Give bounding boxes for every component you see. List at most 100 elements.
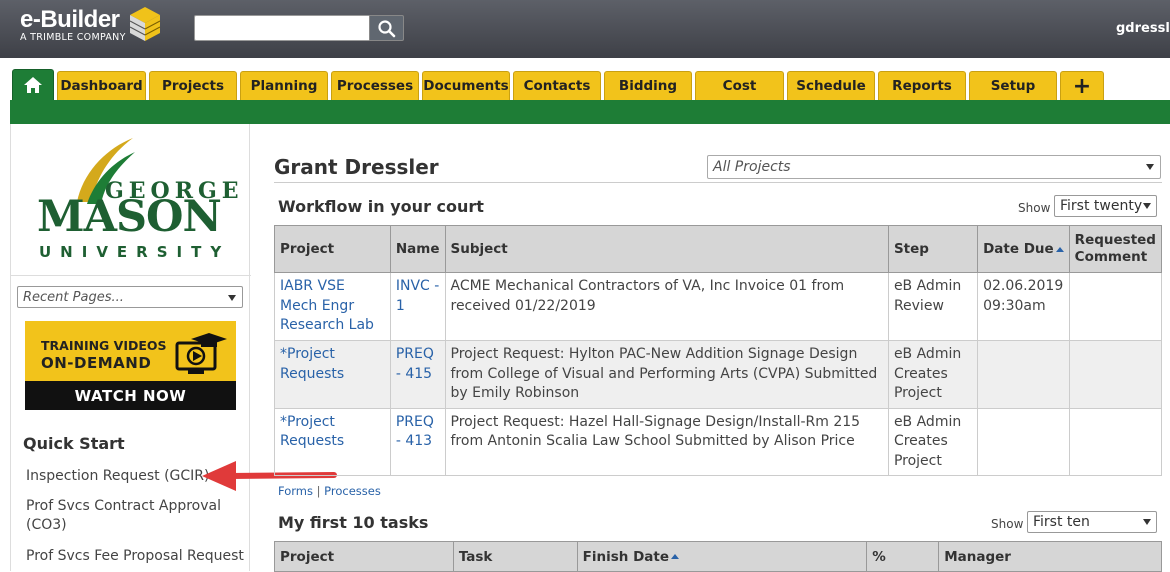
link-separator: |	[316, 484, 321, 498]
org-line2: MASON	[37, 192, 222, 242]
col-project[interactable]: Project	[274, 541, 454, 572]
table-header-row: Project Task Finish Date % Manager	[274, 541, 1162, 572]
table-row: *Project Requests PREQ - 413 Project Req…	[274, 407, 1163, 476]
tab-documents[interactable]: Documents	[422, 71, 510, 100]
video-graduation-icon	[175, 333, 227, 374]
comment-cell	[1068, 407, 1163, 476]
chevron-down-icon	[1143, 519, 1151, 525]
tasks-show-select[interactable]: First ten	[1027, 511, 1157, 533]
home-icon	[24, 77, 42, 93]
search-button[interactable]	[369, 15, 404, 41]
tab-planning[interactable]: Planning	[240, 71, 328, 100]
page-title: Grant Dressler	[274, 155, 439, 179]
ebuilder-cube-icon	[129, 7, 161, 41]
quick-start-item[interactable]: Prof Svcs Contract Approval (CO3)	[26, 497, 236, 535]
col-manager[interactable]: Manager	[938, 541, 1162, 572]
org-line3: UNIVERSITY	[39, 243, 231, 261]
forms-link[interactable]: Forms	[278, 484, 313, 498]
tab-projects[interactable]: Projects	[149, 71, 237, 100]
tab-processes[interactable]: Processes	[331, 71, 419, 100]
project-link[interactable]: *Project Requests	[280, 414, 344, 450]
brand-tagline: A TRIMBLE COMPANY	[20, 32, 126, 43]
table-header-row: Project Name Subject Step Date Due Reque…	[274, 225, 1163, 273]
col-requested-comment[interactable]: Requested Comment	[1068, 225, 1163, 273]
workflow-links: Forms | Processes	[278, 484, 381, 498]
recent-pages-label: Recent Pages...	[23, 290, 124, 305]
date-due-cell	[977, 407, 1070, 476]
sidebar: GEORGE MASON UNIVERSITY Recent Pages... …	[10, 124, 251, 571]
subject-cell: Project Request: Hazel Hall-Signage Desi…	[444, 407, 889, 476]
item-link[interactable]: PREQ - 413	[396, 414, 434, 450]
tab-schedule[interactable]: Schedule	[787, 71, 875, 100]
tab-cost[interactable]: Cost	[695, 71, 784, 100]
comment-cell	[1068, 340, 1163, 409]
table-row: IABR VSE Mech Engr Research Lab INVC - 1…	[274, 272, 1163, 341]
sort-asc-icon	[1055, 246, 1064, 252]
chevron-down-icon	[1146, 164, 1154, 170]
tab-dashboard[interactable]: Dashboard	[57, 71, 146, 100]
quick-start-item[interactable]: Prof Svcs Fee Proposal Request	[26, 547, 244, 566]
chevron-down-icon	[1143, 203, 1151, 209]
col-subject[interactable]: Subject	[444, 225, 889, 273]
tab-bidding[interactable]: Bidding	[604, 71, 692, 100]
item-link[interactable]: INVC - 1	[396, 278, 439, 314]
tasks-table: Project Task Finish Date % Manager	[274, 541, 1162, 572]
tab-reports[interactable]: Reports	[878, 71, 966, 100]
promo-line1: TRAINING VIDEOS	[41, 338, 167, 353]
subject-cell: ACME Mechanical Contractors of VA, Inc I…	[444, 272, 889, 341]
col-finish-date-label: Finish Date	[582, 548, 670, 565]
tasks-title: My first 10 tasks	[278, 513, 429, 532]
step-cell: eB Admin Creates Project	[887, 407, 979, 476]
top-bar: e-Builder A TRIMBLE COMPANY gdressl@	[0, 0, 1170, 58]
project-filter-value: All Projects	[713, 159, 791, 175]
divider	[274, 182, 1162, 183]
nav-underline	[10, 100, 1170, 124]
date-due-cell	[977, 340, 1070, 409]
sort-asc-icon	[671, 554, 680, 559]
col-project[interactable]: Project	[274, 225, 391, 273]
project-link[interactable]: *Project Requests	[280, 346, 344, 382]
workflow-show-select[interactable]: First twenty	[1054, 195, 1157, 217]
step-cell: eB Admin Creates Project	[887, 340, 979, 409]
workflow-table: Project Name Subject Step Date Due Reque…	[274, 225, 1163, 476]
workflow-show-label: Show	[1018, 201, 1051, 215]
col-task[interactable]: Task	[452, 541, 578, 572]
brand-name: e-Builder	[20, 6, 120, 33]
step-cell: eB Admin Review	[887, 272, 979, 341]
training-videos-banner[interactable]: TRAINING VIDEOS ON-DEMAND WATCH NOW	[25, 321, 236, 410]
table-row: *Project Requests PREQ - 415 Project Req…	[274, 340, 1163, 409]
subject-cell: Project Request: Hylton PAC-New Addition…	[444, 340, 889, 409]
user-menu[interactable]: gdressl@	[1116, 21, 1170, 36]
workflow-show-value: First twenty	[1060, 198, 1143, 214]
processes-link[interactable]: Processes	[324, 484, 381, 498]
tab-add[interactable]: +	[1060, 71, 1104, 100]
col-name[interactable]: Name	[389, 225, 446, 273]
col-step[interactable]: Step	[887, 225, 979, 273]
tab-home[interactable]	[12, 69, 54, 100]
date-due-cell: 02.06.2019 09:30am	[977, 272, 1070, 341]
promo-line2: ON-DEMAND	[41, 354, 152, 372]
ebuilder-logo[interactable]: e-Builder A TRIMBLE COMPANY	[20, 6, 126, 43]
col-finish-date[interactable]: Finish Date	[576, 541, 868, 572]
search-input[interactable]	[194, 15, 370, 41]
main-nav: Dashboard Projects Planning Processes Do…	[0, 58, 1170, 100]
col-percent[interactable]: %	[866, 541, 940, 572]
recent-pages-select[interactable]: Recent Pages...	[17, 286, 243, 308]
chevron-down-icon	[228, 295, 236, 301]
comment-cell	[1068, 272, 1163, 341]
col-date-due[interactable]: Date Due	[977, 225, 1070, 273]
item-link[interactable]: PREQ - 415	[396, 346, 434, 382]
quick-start-item[interactable]: Inspection Request (GCIR)	[26, 467, 209, 486]
tasks-show-value: First ten	[1033, 514, 1090, 530]
watch-now-button[interactable]: WATCH NOW	[25, 381, 236, 410]
quick-start-title: Quick Start	[23, 434, 125, 453]
search-icon	[378, 20, 396, 38]
workflow-title: Workflow in your court	[278, 197, 484, 216]
project-filter-select[interactable]: All Projects	[707, 155, 1161, 179]
org-logo: GEORGE MASON UNIVERSITY	[11, 124, 251, 276]
project-link[interactable]: IABR VSE Mech Engr Research Lab	[280, 278, 374, 333]
tab-contacts[interactable]: Contacts	[513, 71, 601, 100]
tasks-show-label: Show	[991, 517, 1024, 531]
tab-setup[interactable]: Setup	[969, 71, 1057, 100]
col-date-due-label: Date Due	[983, 241, 1054, 257]
